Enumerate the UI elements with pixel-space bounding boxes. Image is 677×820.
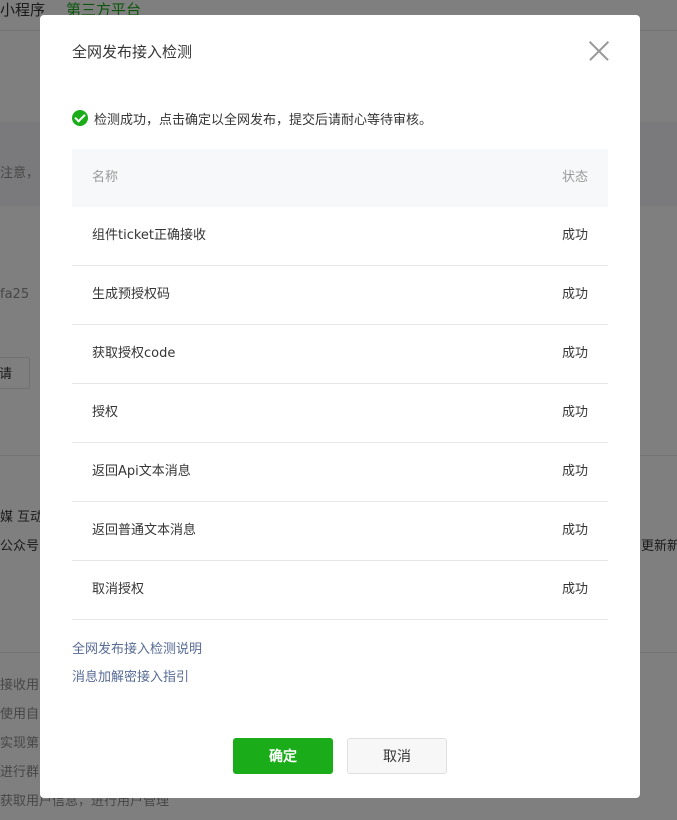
- row-name: 生成预授权码: [92, 287, 171, 302]
- status-message-text: 检测成功，点击确定以全网发布，提交后请耐心等待审核。: [94, 112, 433, 128]
- success-check-icon: [72, 110, 88, 126]
- table-row: 返回Api文本消息 成功: [72, 443, 608, 502]
- row-status: 成功: [561, 523, 588, 538]
- row-name: 返回Api文本消息: [92, 464, 191, 479]
- publish-check-dialog: 全网发布接入检测 检测成功，点击确定以全网发布，提交后请耐心等待审核。 名称 状…: [40, 15, 640, 798]
- cancel-button[interactable]: 取消: [347, 738, 447, 774]
- row-status: 成功: [561, 228, 588, 243]
- dialog-title: 全网发布接入检测: [72, 43, 193, 61]
- row-name: 返回普通文本消息: [92, 523, 197, 538]
- table-header: 名称 状态: [72, 149, 608, 207]
- row-status: 成功: [561, 287, 588, 302]
- check-results-table: 名称 状态 组件ticket正确接收 成功 生成预授权码 成功 获取授权code…: [72, 149, 608, 620]
- table-row: 取消授权 成功: [72, 561, 608, 620]
- row-name: 取消授权: [92, 582, 145, 597]
- column-header-name: 名称: [92, 170, 119, 185]
- publish-check-guide-link[interactable]: 全网发布接入检测说明: [72, 640, 202, 660]
- close-icon[interactable]: [589, 41, 609, 61]
- status-message: 检测成功，点击确定以全网发布，提交后请耐心等待审核。: [72, 108, 432, 128]
- help-links: 全网发布接入检测说明 消息加解密接入指引: [72, 640, 202, 696]
- row-name: 组件ticket正确接收: [92, 228, 207, 243]
- row-name: 获取授权code: [92, 346, 176, 361]
- table-row: 返回普通文本消息 成功: [72, 502, 608, 561]
- row-status: 成功: [561, 405, 588, 420]
- column-header-status: 状态: [561, 170, 588, 185]
- table-row: 生成预授权码 成功: [72, 266, 608, 325]
- row-status: 成功: [561, 346, 588, 361]
- table-row: 授权 成功: [72, 384, 608, 443]
- table-row: 获取授权code 成功: [72, 325, 608, 384]
- encryption-guide-link[interactable]: 消息加解密接入指引: [72, 668, 202, 688]
- row-name: 授权: [92, 405, 119, 420]
- row-status: 成功: [561, 582, 588, 597]
- table-row: 组件ticket正确接收 成功: [72, 207, 608, 266]
- confirm-button[interactable]: 确定: [233, 738, 333, 774]
- row-status: 成功: [561, 464, 588, 479]
